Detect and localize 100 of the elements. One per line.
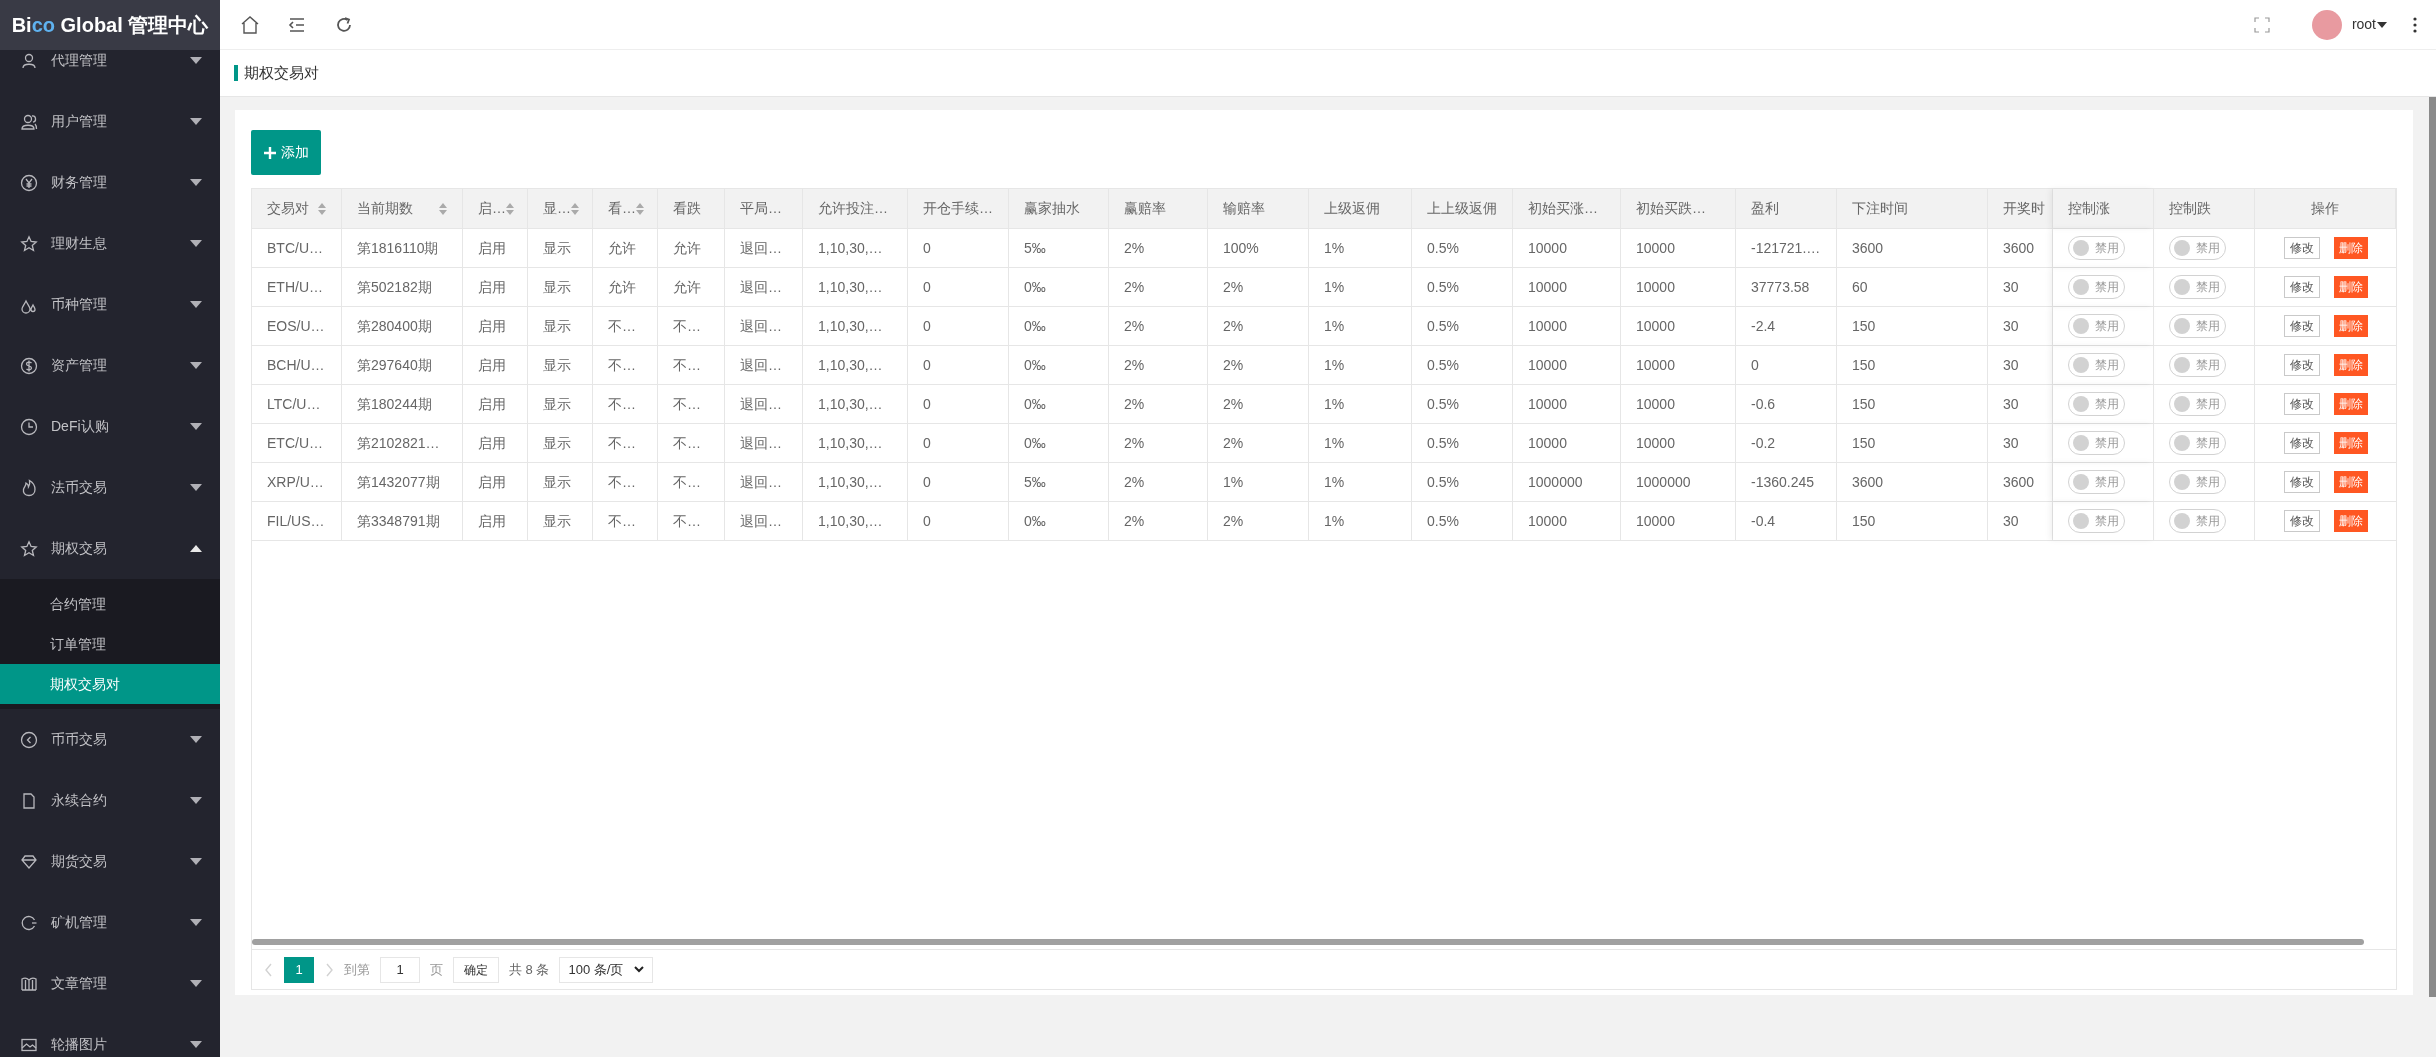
delete-button[interactable]: 删除 — [2333, 510, 2368, 532]
toggle-switch[interactable]: 禁用 — [2068, 509, 2125, 533]
sort-icon[interactable] — [439, 202, 447, 215]
next-page-icon[interactable] — [324, 962, 334, 977]
more-icon[interactable] — [2413, 16, 2417, 33]
avatar[interactable] — [2311, 9, 2342, 40]
toggle-switch[interactable]: 禁用 — [2169, 353, 2226, 377]
sort-icon[interactable] — [506, 202, 514, 215]
table-cell: 2% — [1109, 268, 1208, 306]
toggle-switch[interactable]: 禁用 — [2169, 470, 2226, 494]
table-cell: 1% — [1309, 346, 1412, 384]
edit-button[interactable]: 修改 — [2283, 471, 2320, 493]
delete-button[interactable]: 删除 — [2333, 276, 2368, 298]
delete-button[interactable]: 删除 — [2333, 471, 2368, 493]
toggle-switch[interactable]: 禁用 — [2169, 392, 2226, 416]
delete-button[interactable]: 删除 — [2333, 432, 2368, 454]
table-cell: ETH/U… — [252, 268, 342, 306]
sidebar-item[interactable]: 理财生息 — [0, 213, 220, 274]
toggle-switch[interactable]: 禁用 — [2169, 509, 2226, 533]
table-cell: 显示 — [528, 268, 593, 306]
toggle-switch[interactable]: 禁用 — [2068, 275, 2125, 299]
page-button[interactable]: 1 — [284, 956, 314, 983]
sort-icon[interactable] — [571, 202, 579, 215]
table-cell: 第1816110期 — [342, 229, 463, 267]
column-header: 输赔率 — [1208, 189, 1309, 228]
sort-icon[interactable] — [636, 202, 644, 215]
column-header[interactable]: 启… — [463, 189, 528, 228]
edit-button[interactable]: 修改 — [2283, 315, 2320, 337]
submenu-item[interactable]: 期权交易对 — [0, 664, 220, 704]
fullscreen-icon[interactable] — [2253, 16, 2270, 33]
column-header[interactable]: 显… — [528, 189, 593, 228]
sidebar-item[interactable]: 资产管理 — [0, 335, 220, 396]
delete-button[interactable]: 删除 — [2333, 315, 2368, 337]
add-button[interactable]: 添加 — [251, 130, 321, 175]
table-cell: 允许 — [593, 268, 658, 306]
column-header[interactable]: 交易对 — [252, 189, 342, 228]
table-cell: 1,10,30,… — [803, 346, 908, 384]
page-size-select[interactable]: 100 条/页 — [559, 956, 654, 983]
sidebar-item[interactable]: 法币交易 — [0, 457, 220, 518]
refresh-icon[interactable] — [334, 14, 354, 35]
sidebar-item[interactable]: 币种管理 — [0, 274, 220, 335]
table-cell: 不… — [593, 385, 658, 423]
table-cell: 0.5% — [1412, 307, 1513, 345]
delete-button[interactable]: 删除 — [2333, 237, 2368, 259]
table-cell: 0.5% — [1412, 268, 1513, 306]
table-cell: -1360.245 — [1736, 463, 1837, 501]
edit-button[interactable]: 修改 — [2283, 237, 2320, 259]
edit-button[interactable]: 修改 — [2283, 510, 2320, 532]
column-header[interactable]: 看… — [593, 189, 658, 228]
delete-button[interactable]: 删除 — [2333, 393, 2368, 415]
edit-button[interactable]: 修改 — [2283, 354, 2320, 376]
toggle-switch[interactable]: 禁用 — [2169, 275, 2226, 299]
sidebar-item[interactable]: DeFi认购 — [0, 396, 220, 457]
edit-button[interactable]: 修改 — [2283, 393, 2320, 415]
user-menu[interactable]: root — [2351, 14, 2387, 35]
page-input[interactable]: 1 — [380, 956, 420, 983]
table-cell: 不… — [593, 424, 658, 462]
toggle-switch[interactable]: 禁用 — [2068, 353, 2125, 377]
sidebar-item[interactable]: 文章管理 — [0, 953, 220, 1014]
sidebar-item[interactable]: 期货交易 — [0, 831, 220, 892]
column-header: 上上级返佣 — [1412, 189, 1513, 228]
confirm-button[interactable]: 确定 — [453, 956, 499, 983]
users-icon — [20, 112, 38, 131]
edit-button[interactable]: 修改 — [2283, 432, 2320, 454]
table-cell: 150 — [1837, 385, 1988, 423]
column-header[interactable]: 当前期数 — [342, 189, 463, 228]
table-cell: 启用 — [463, 424, 528, 462]
logo-text: Global 管理中心 — [59, 13, 209, 38]
toggle-switch[interactable]: 禁用 — [2068, 236, 2125, 260]
home-icon[interactable] — [240, 14, 260, 35]
vertical-scrollbar[interactable] — [2429, 97, 2436, 997]
table-cell: 第1432077期 — [342, 463, 463, 501]
toggle-switch[interactable]: 禁用 — [2169, 236, 2226, 260]
toggle-switch[interactable]: 禁用 — [2068, 470, 2125, 494]
table-cell: 100% — [1208, 229, 1309, 267]
edit-button[interactable]: 修改 — [2283, 276, 2320, 298]
submenu-item[interactable]: 合约管理 — [0, 584, 220, 624]
horizontal-scrollbar[interactable] — [252, 939, 2364, 945]
sidebar-item[interactable]: 财务管理 — [0, 152, 220, 213]
delete-button[interactable]: 删除 — [2333, 354, 2368, 376]
sidebar-item[interactable]: 代理管理 — [0, 50, 220, 91]
table-cell: -0.2 — [1736, 424, 1837, 462]
sort-icon[interactable] — [318, 202, 326, 215]
plus-icon — [263, 145, 277, 160]
sidebar-item[interactable]: 轮播图片 — [0, 1014, 220, 1057]
sidebar-item[interactable]: 永续合约 — [0, 770, 220, 831]
toggle-switch[interactable]: 禁用 — [2068, 314, 2125, 338]
sidebar-item[interactable]: 用户管理 — [0, 91, 220, 152]
toggle-switch[interactable]: 禁用 — [2068, 431, 2125, 455]
toggle-switch[interactable]: 禁用 — [2169, 314, 2226, 338]
sidebar-item[interactable]: 矿机管理 — [0, 892, 220, 953]
sidebar-item[interactable]: 期权交易 — [0, 518, 220, 579]
toggle-switch[interactable]: 禁用 — [2169, 431, 2226, 455]
toggle-switch[interactable]: 禁用 — [2068, 392, 2125, 416]
dollar-icon — [20, 356, 38, 375]
sidebar-item[interactable]: 币币交易 — [0, 709, 220, 770]
previous-page-icon[interactable] — [264, 962, 274, 977]
submenu-item[interactable]: 订单管理 — [0, 624, 220, 664]
table-cell: 2% — [1208, 385, 1309, 423]
table-cell: 第180244期 — [342, 385, 463, 423]
